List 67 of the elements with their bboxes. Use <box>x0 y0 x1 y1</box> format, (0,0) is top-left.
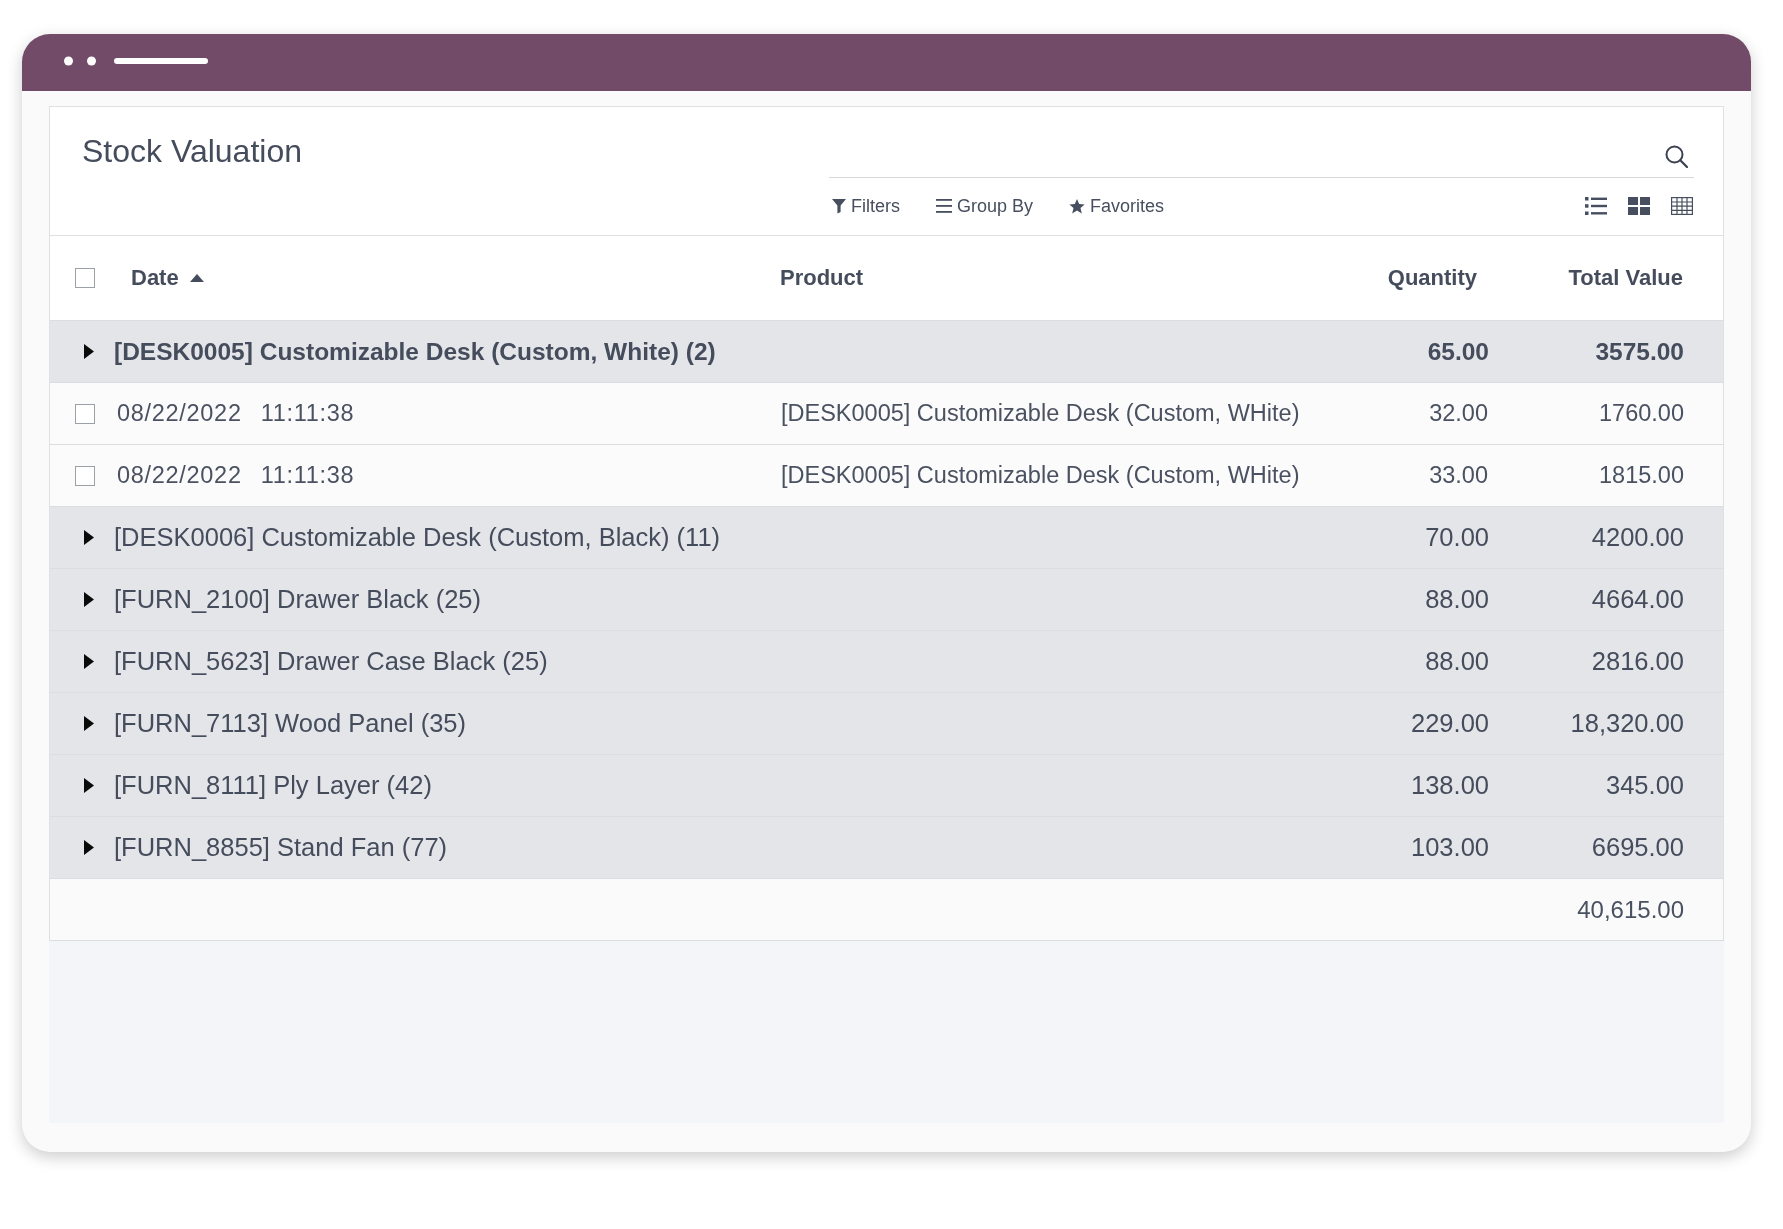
group-row[interactable]: [DESK0006] Customizable Desk (Custom, Black) (11) 70.00 4200.00 <box>50 507 1723 569</box>
caret-icon <box>84 344 94 359</box>
list-view-button[interactable] <box>1584 195 1608 217</box>
group-row[interactable]: [FURN_8111] Ply Layer (42) 138.00 345.00 <box>50 755 1723 817</box>
group-name: [DESK0006] Customizable Desk (Custom, Black) (11) <box>114 523 721 552</box>
star-icon <box>1069 198 1086 214</box>
group-total-value: 2816.00 <box>1591 647 1684 676</box>
caret-icon <box>84 840 94 855</box>
column-header[interactable]: Date <box>131 265 204 291</box>
sort-up-icon <box>189 274 204 282</box>
group-quantity: 65.00 <box>1427 337 1489 366</box>
caret-icon <box>84 654 94 669</box>
group-quantity: 229.00 <box>1411 709 1489 738</box>
date-time-text: 08/22/2022 11:11:38 <box>117 400 355 427</box>
total-value: 1815.00 <box>1599 462 1684 489</box>
group-total-value: 3575.00 <box>1595 337 1684 366</box>
group-name: [FURN_7113] Wood Panel (35) <box>114 709 466 738</box>
favorites-button[interactable]: Favorites <box>1063 191 1171 221</box>
group-quantity: 103.00 <box>1411 833 1489 862</box>
row-checkbox[interactable] <box>75 403 95 424</box>
bars-icon <box>936 199 952 213</box>
group-name: [FURN_5623] Drawer Case Black (25) <box>114 647 548 676</box>
list-icon <box>1585 197 1607 215</box>
filters-button[interactable]: Filters <box>826 191 906 221</box>
group-row[interactable]: [DESK0005] Customizable Desk (Custom, White) (2) 65.00 3575.00 <box>50 321 1723 383</box>
group-quantity: 88.00 <box>1425 647 1489 676</box>
column-header[interactable]: Product <box>780 265 864 291</box>
caret-icon <box>84 778 94 793</box>
group-quantity: 70.00 <box>1425 523 1489 552</box>
group-by-button[interactable]: Group By <box>930 191 1040 221</box>
group-total-value: 6695.00 <box>1591 833 1684 862</box>
group-row[interactable]: [FURN_5623] Drawer Case Black (25) 88.00 2816.00 <box>50 631 1723 693</box>
row-checkbox[interactable] <box>75 465 95 486</box>
search-icon <box>1665 145 1688 168</box>
group-quantity: 138.00 <box>1411 771 1489 800</box>
group-name: [FURN_2100] Drawer Black (25) <box>114 585 482 614</box>
product-name: [DESK0005] Customizable Desk (Custom, WHite) <box>781 400 1300 427</box>
group-quantity: 88.00 <box>1425 585 1489 614</box>
quantity-value: 32.00 <box>1429 400 1488 427</box>
caret-icon <box>84 530 94 545</box>
column-header[interactable]: Quantity <box>1387 265 1477 291</box>
caret-icon <box>84 716 94 731</box>
group-total-value: 4200.00 <box>1591 523 1684 552</box>
grand-total-value: 40,615.00 <box>1577 895 1684 924</box>
page-title: Stock Valuation <box>82 132 302 170</box>
kanban-view-button[interactable] <box>1627 195 1651 217</box>
total-value: 1760.00 <box>1599 400 1684 427</box>
select-all-checkbox[interactable] <box>75 268 95 288</box>
group-total-value: 345.00 <box>1606 771 1684 800</box>
window-controls-icon <box>64 55 208 66</box>
group-name: [FURN_8855] Stand Fan (77) <box>114 833 448 862</box>
funnel-icon <box>832 198 846 214</box>
group-row[interactable]: [FURN_7113] Wood Panel (35) 229.00 18,320.00 <box>50 693 1723 755</box>
quantity-value: 33.00 <box>1429 462 1488 489</box>
group-row[interactable]: [FURN_2100] Drawer Black (25) 88.00 4664.00 <box>50 569 1723 631</box>
grid-view-button[interactable] <box>1670 195 1694 217</box>
product-name: [DESK0005] Customizable Desk (Custom, WHite) <box>781 462 1300 489</box>
caret-icon <box>84 592 94 607</box>
group-row[interactable]: [FURN_8855] Stand Fan (77) 103.00 6695.00 <box>50 817 1723 879</box>
tiles-icon <box>1628 197 1650 215</box>
group-total-value: 4664.00 <box>1591 585 1684 614</box>
group-name: [FURN_8111] Ply Layer (42) <box>114 771 432 800</box>
group-name: [DESK0005] Customizable Desk (Custom, White) (2) <box>114 337 716 366</box>
group-total-value: 18,320.00 <box>1570 709 1684 738</box>
column-header[interactable]: Total Value <box>1568 265 1683 291</box>
date-time-text: 08/22/2022 11:11:38 <box>117 462 355 489</box>
table-icon <box>1671 197 1693 215</box>
